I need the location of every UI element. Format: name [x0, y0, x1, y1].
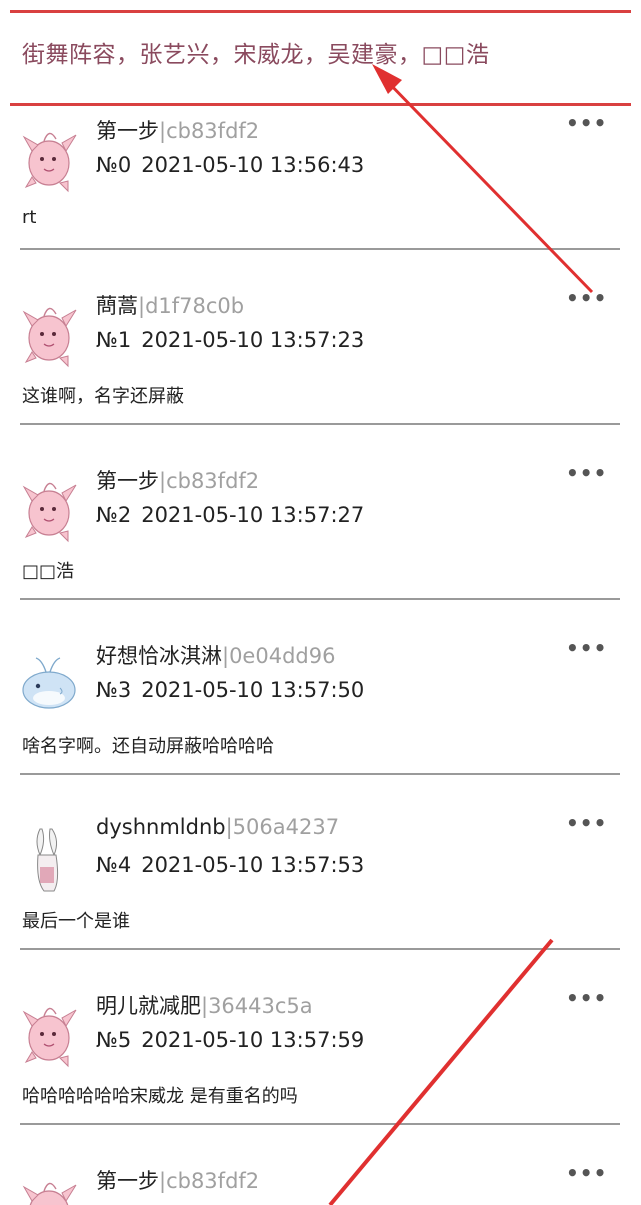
pink-creature-avatar-icon[interactable] [20, 996, 78, 1068]
more-options-icon[interactable]: ••• [566, 286, 606, 310]
author-uid: |cb83fdf2 [159, 119, 260, 143]
post-meta: №5 2021-05-10 13:57:59 [96, 1028, 364, 1052]
author-name: 蔄蒿 [96, 294, 138, 318]
post-divider [20, 948, 620, 950]
post-meta: №0 2021-05-10 13:56:43 [96, 153, 364, 177]
post-divider [20, 1123, 620, 1125]
post-meta: №4 2021-05-10 13:57:53 [96, 853, 364, 877]
floor-number: №2 [96, 503, 132, 527]
pink-creature-avatar-icon[interactable] [20, 121, 78, 193]
post-time: 2021-05-10 13:57:53 [141, 853, 365, 877]
floor-number: №5 [96, 1028, 132, 1052]
post-meta: №2 2021-05-10 13:57:27 [96, 503, 364, 527]
post-author[interactable]: 蔄蒿|d1f78c0b [96, 290, 244, 320]
post-content: 最后一个是谁 [22, 911, 130, 932]
post-divider [20, 773, 620, 775]
post-item: 蔄蒿|d1f78c0b №1 2021-05-10 13:57:23 ••• 这谁… [0, 286, 641, 461]
thread-title: 街舞阵容，张艺兴，宋威龙，吴建豪，□□浩 [22, 42, 490, 68]
more-options-icon[interactable]: ••• [566, 111, 606, 135]
post-time: 2021-05-10 13:57:59 [141, 1028, 365, 1052]
post-time: 2021-05-10 13:56:43 [141, 153, 365, 177]
author-name: 第一步 [96, 1169, 159, 1193]
post-author[interactable]: dyshnmldnb|506a4237 [96, 815, 339, 839]
post-item: dyshnmldnb|506a4237 №4 2021-05-10 13:57:5… [0, 811, 641, 986]
post-time: 2021-05-10 13:57:27 [141, 503, 365, 527]
author-uid: |cb83fdf2 [159, 1169, 260, 1193]
thread-page: 街舞阵容，张艺兴，宋威龙，吴建豪，□□浩 第一步|cb83fdf2 №0 2021… [0, 0, 641, 1205]
more-options-icon[interactable]: ••• [566, 461, 606, 485]
more-options-icon[interactable]: ••• [566, 636, 606, 660]
author-uid: |d1f78c0b [138, 294, 245, 318]
pink-creature-avatar-icon[interactable] [20, 1171, 78, 1205]
floor-number: №0 [96, 153, 132, 177]
post-author[interactable]: 第一步|cb83fdf2 [96, 115, 259, 145]
pink-creature-avatar-icon[interactable] [20, 471, 78, 543]
post-time: 2021-05-10 13:57:50 [141, 678, 365, 702]
floor-number: №1 [96, 328, 132, 352]
post-content: □□浩 [22, 561, 75, 582]
author-uid: |0e04dd96 [222, 644, 336, 668]
author-name: dyshnmldnb [96, 815, 226, 839]
post-divider [20, 598, 620, 600]
post-meta: №3 2021-05-10 13:57:50 [96, 678, 364, 702]
post-content: 哈哈哈哈哈哈宋威龙 是有重名的吗 [22, 1086, 298, 1107]
floor-number: №3 [96, 678, 132, 702]
blue-whale-avatar-icon[interactable] [20, 646, 78, 718]
pale-rabbit-avatar-icon[interactable] [20, 821, 78, 893]
post-item: 第一步|cb83fdf2 №0 2021-05-10 13:56:43 ••• r… [0, 111, 641, 286]
post-content: 这谁啊，名字还屏蔽 [22, 386, 184, 407]
post-meta: №1 2021-05-10 13:57:23 [96, 328, 364, 352]
post-author[interactable]: 明儿就减肥|36443c5a [96, 990, 313, 1020]
author-uid: |cb83fdf2 [159, 469, 260, 493]
author-name: 第一步 [96, 119, 159, 143]
post-author[interactable]: 第一步|cb83fdf2 [96, 465, 259, 495]
post-content: rt [22, 207, 37, 228]
author-uid: |36443c5a [201, 994, 313, 1018]
post-time: 2021-05-10 13:57:23 [141, 328, 365, 352]
post-author[interactable]: 好想恰冰淇淋|0e04dd96 [96, 640, 335, 670]
author-name: 明儿就减肥 [96, 994, 201, 1018]
post-item: 好想恰冰淇淋|0e04dd96 №3 2021-05-10 13:57:50 ••… [0, 636, 641, 811]
post-author[interactable]: 第一步|cb83fdf2 [96, 1165, 259, 1195]
floor-number: №4 [96, 853, 132, 877]
post-item: 第一步|cb83fdf2 №2 2021-05-10 13:57:27 ••• □… [0, 461, 641, 636]
author-name: 第一步 [96, 469, 159, 493]
post-content: 啥名字啊。还自动屏蔽哈哈哈哈 [22, 736, 274, 757]
post-item: 明儿就减肥|36443c5a №5 2021-05-10 13:57:59 •••… [0, 986, 641, 1161]
thread-header: 街舞阵容，张艺兴，宋威龙，吴建豪，□□浩 [10, 10, 631, 106]
more-options-icon[interactable]: ••• [566, 986, 606, 1010]
author-name: 好想恰冰淇淋 [96, 644, 222, 668]
post-divider [20, 423, 620, 425]
post-divider [20, 248, 620, 250]
post-item: 第一步|cb83fdf2 ••• [0, 1161, 641, 1205]
author-uid: |506a4237 [225, 815, 340, 839]
more-options-icon[interactable]: ••• [566, 811, 606, 835]
pink-creature-avatar-icon[interactable] [20, 296, 78, 368]
more-options-icon[interactable]: ••• [566, 1161, 606, 1185]
